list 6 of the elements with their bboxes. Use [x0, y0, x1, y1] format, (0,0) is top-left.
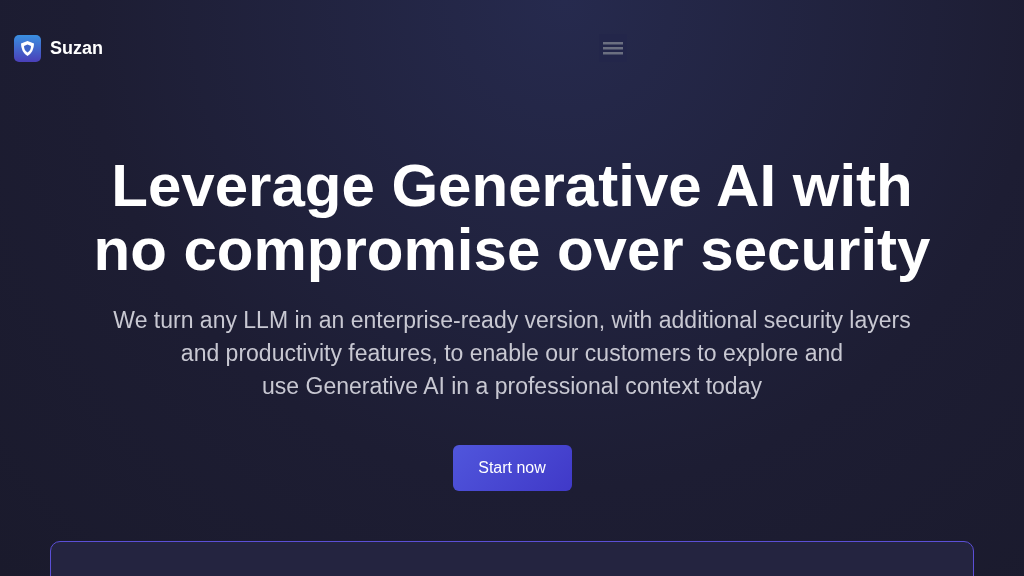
menu-icon [603, 41, 623, 55]
shield-logo-icon [14, 34, 41, 62]
start-now-button[interactable]: Start now [452, 445, 572, 491]
hero-heading: Leverage Generative AI with no compromise over security [93, 154, 931, 282]
brand-name[interactable]: Suzan [50, 34, 103, 62]
hero-subtitle: We turn any LLM in an enterprise-ready version, with additional security layers and productivity features, to enable our customers to explore and use Generative AI in a professional context today [113, 306, 911, 401]
